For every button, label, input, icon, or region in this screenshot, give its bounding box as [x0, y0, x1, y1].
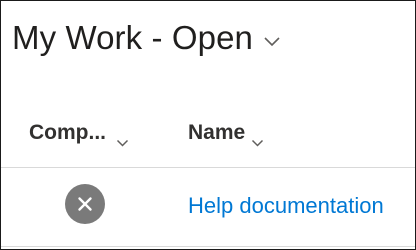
column-header-label: Comp...	[29, 121, 106, 144]
column-header-row: Comp... Name	[1, 109, 415, 168]
chevron-down-icon	[116, 130, 129, 147]
view-selector[interactable]: My Work - Open	[12, 19, 281, 57]
item-name-link[interactable]: Help documentation	[188, 193, 384, 219]
list-item: Help documentation	[1, 168, 415, 247]
column-header-name[interactable]: Name	[188, 121, 264, 147]
close-circle-icon[interactable]	[65, 184, 105, 224]
chevron-down-icon	[263, 35, 281, 47]
view-title: My Work - Open	[12, 19, 254, 56]
column-header-complete[interactable]: Comp...	[29, 121, 129, 147]
list-view: My Work - Open Comp... Name Help documen…	[0, 0, 416, 250]
chevron-down-icon	[251, 130, 264, 147]
column-header-label: Name	[188, 121, 246, 144]
